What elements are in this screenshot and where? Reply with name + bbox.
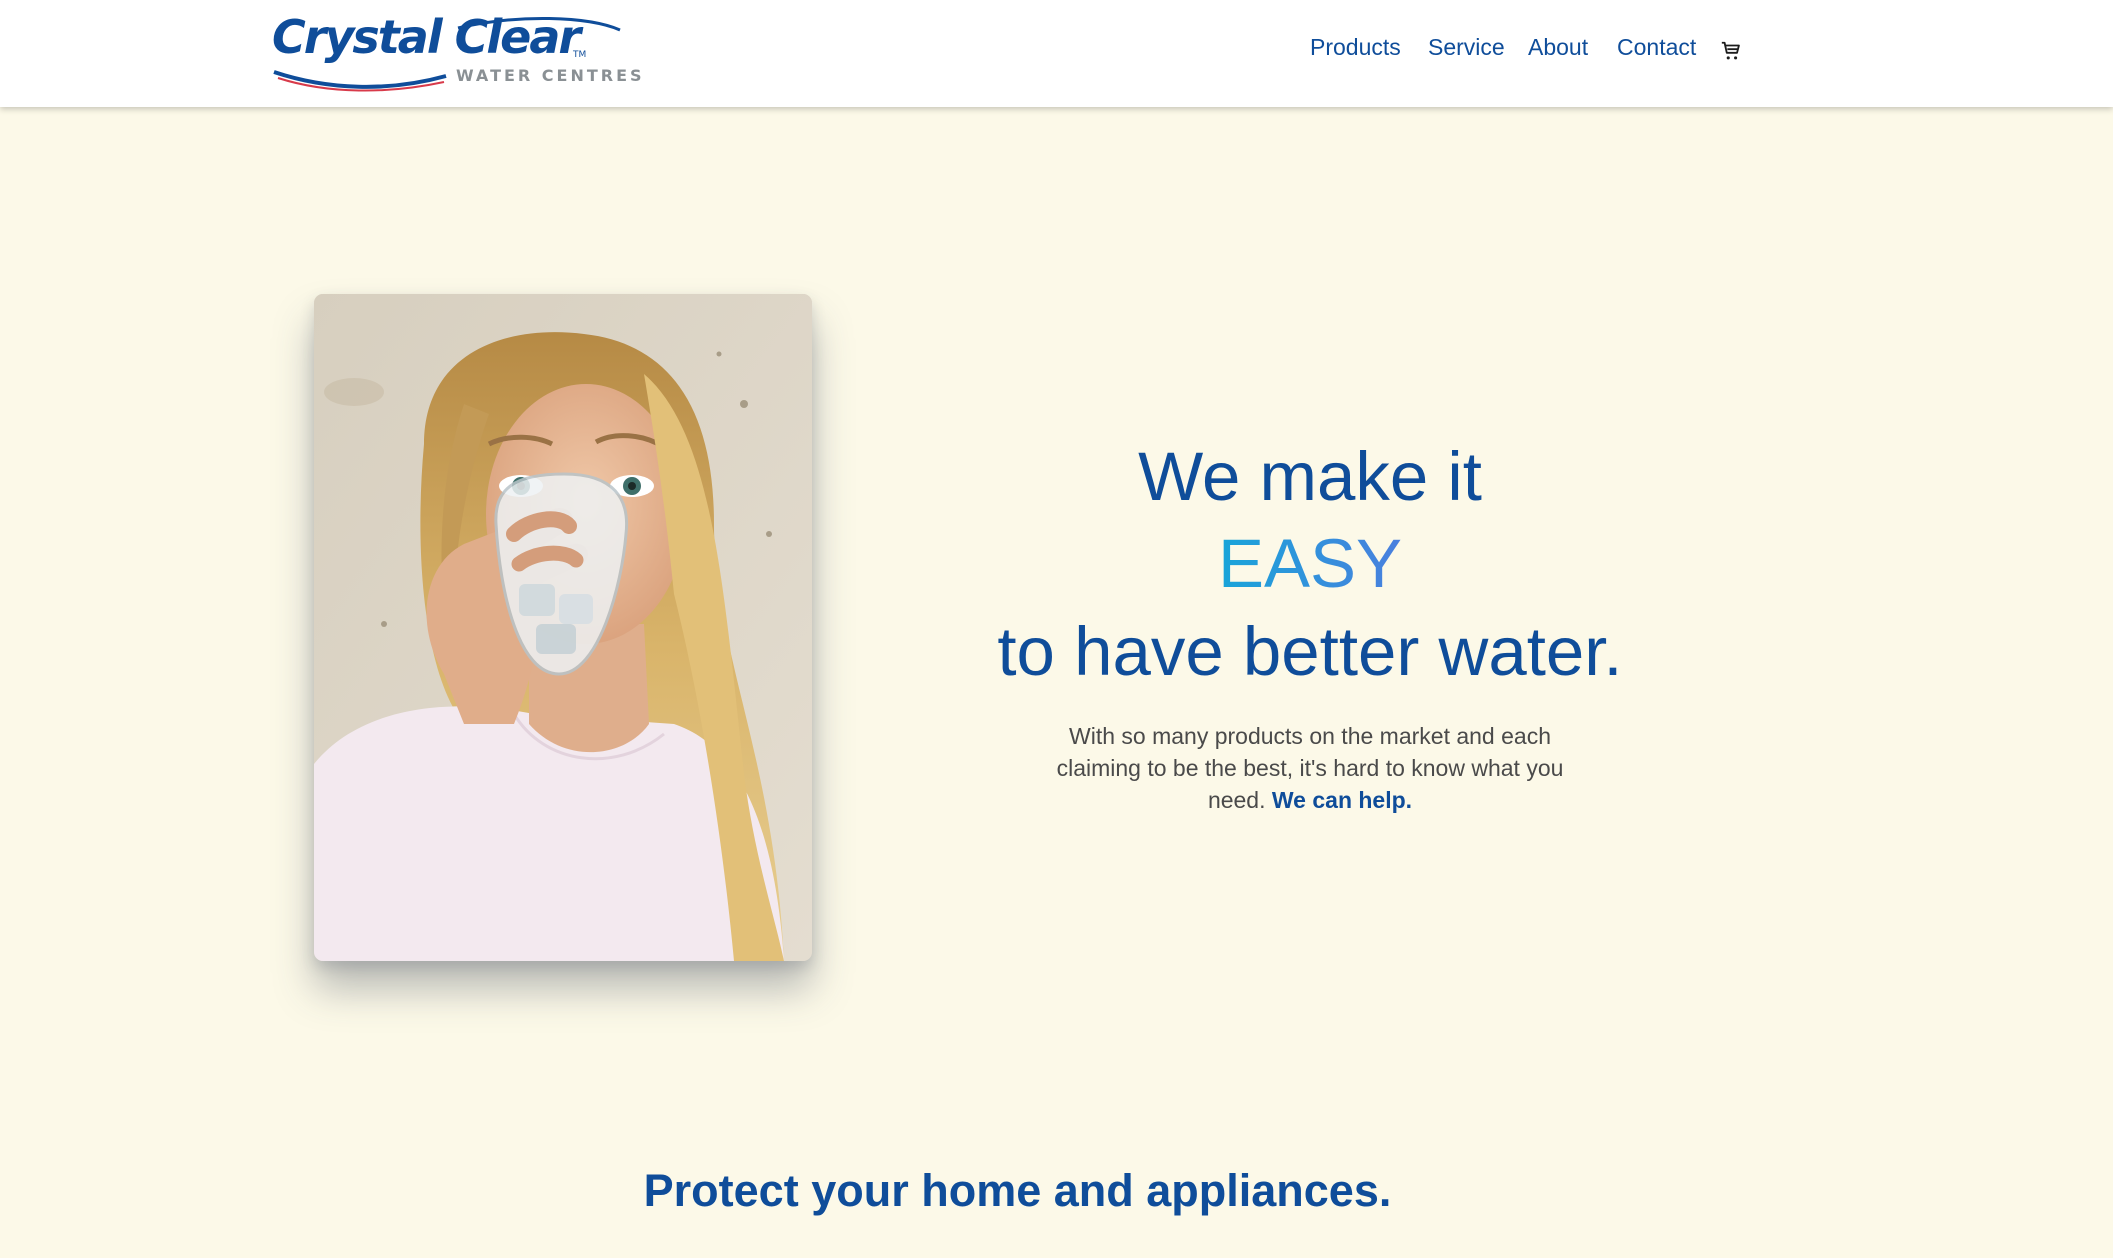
cart-icon[interactable]	[1720, 40, 1742, 62]
brand-tagline: WATER CENTRES	[456, 66, 645, 85]
section-title: Protect your home and appliances.	[643, 1165, 1392, 1216]
hero-intro-paragraph: With so many products on the market and …	[1040, 720, 1580, 816]
hero-headline-line-3: to have better water.	[997, 613, 1623, 690]
hero-intro-emphasis: We can help.	[1271, 787, 1413, 813]
hero-photo-woman-drinking-water	[314, 294, 812, 961]
brand-trademark: TM	[573, 50, 587, 60]
hero-headline-line-1: We make it	[1138, 438, 1482, 515]
site-header: Crystal Clear TM WATER CENTRES Products …	[0, 0, 2113, 107]
nav-link-service[interactable]: Service	[1428, 34, 1505, 61]
brand-logo[interactable]: Crystal Clear TM WATER CENTRES	[268, 10, 642, 92]
hero-headline-easy: EASY	[880, 524, 1740, 604]
brand-name: Crystal Clear	[272, 10, 581, 64]
hero-photo-illustration	[314, 294, 812, 961]
nav-link-contact[interactable]: Contact	[1617, 34, 1696, 61]
nav-link-products[interactable]: Products	[1310, 34, 1401, 61]
hero-headline-easy-word: EASY	[1217, 525, 1403, 602]
nav-link-about[interactable]: About	[1528, 34, 1588, 61]
